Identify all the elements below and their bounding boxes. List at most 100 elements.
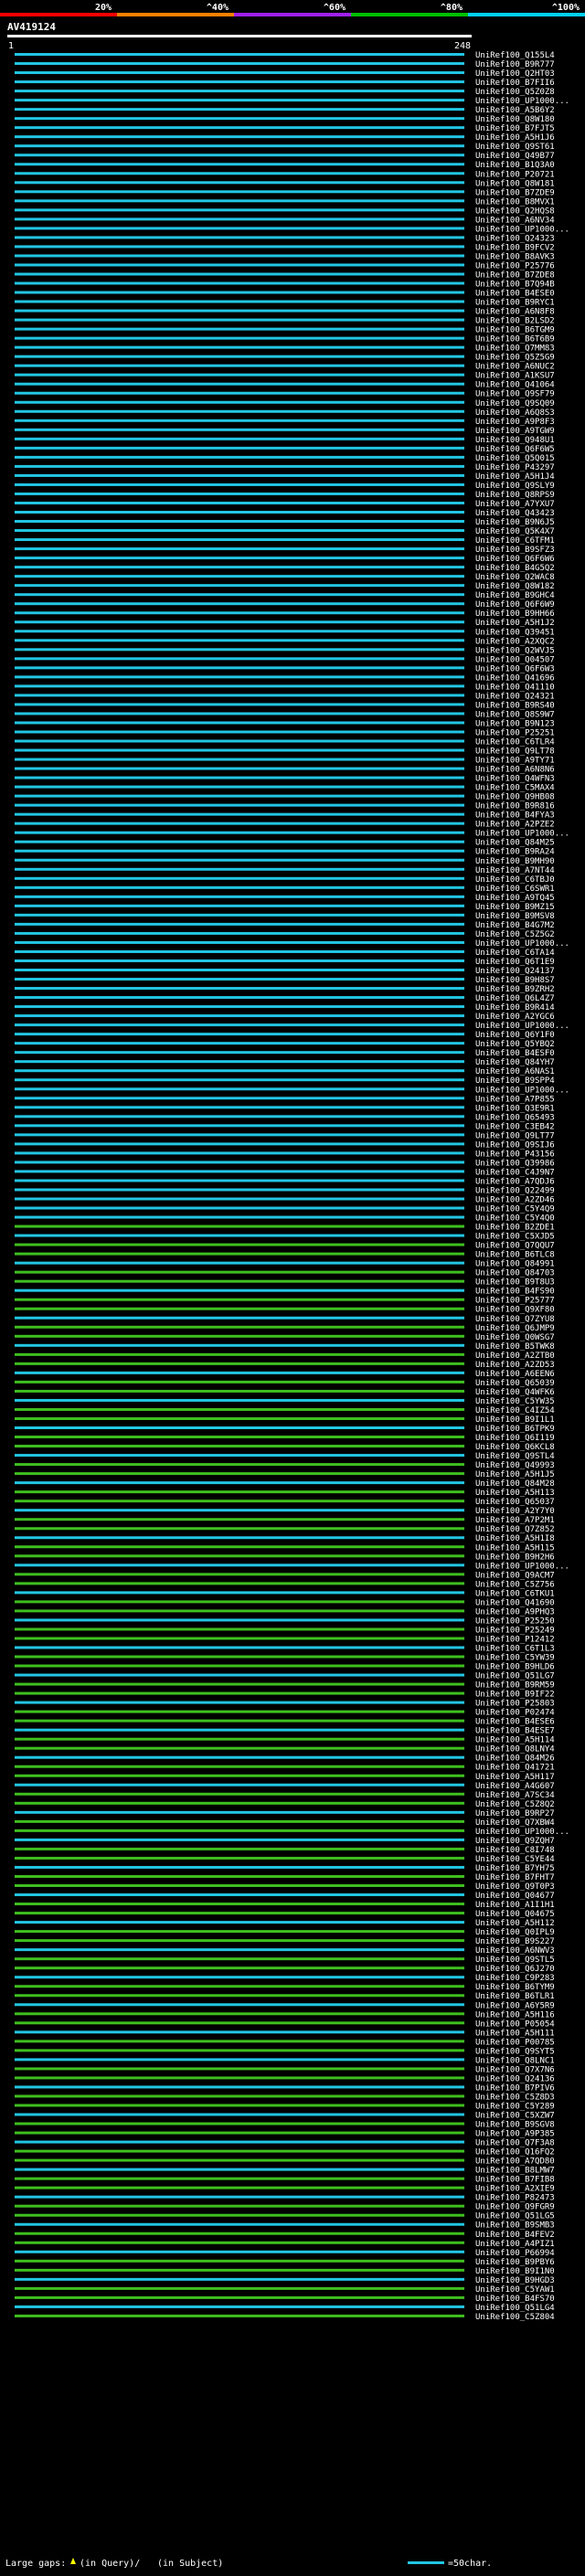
hit-label: UniRef100_Q84M28 <box>475 1479 555 1489</box>
hit-label: UniRef100_C5YAW1 <box>475 2285 555 2295</box>
hit-label: UniRef100_Q7XBW4 <box>475 1818 555 1828</box>
hit-label: UniRef100_Q43423 <box>475 509 555 518</box>
hit-bar <box>15 1124 464 1128</box>
hit-bar <box>15 2177 464 2180</box>
hit-bar <box>15 1270 464 1274</box>
hit-label: UniRef100_A7P2M1 <box>475 1516 555 1525</box>
hit-bar <box>15 904 464 907</box>
hit-bar <box>15 1014 464 1018</box>
hit-label: UniRef100_A5B6Y2 <box>475 106 555 115</box>
hit-bar <box>15 2140 464 2144</box>
hit-bar <box>15 776 464 779</box>
hit-bar <box>15 2067 464 2071</box>
hit-bar <box>15 1554 464 1558</box>
hit-label: UniRef100_Q6J270 <box>475 1965 555 1974</box>
hit-bar <box>15 1536 464 1540</box>
hit-bar <box>15 1234 464 1237</box>
hit-label: UniRef100_Q84M25 <box>475 839 555 848</box>
hit-bar <box>15 135 464 139</box>
hit-bar <box>15 409 464 413</box>
hit-bar <box>15 1261 464 1265</box>
hit-label: UniRef100_B8AVK3 <box>475 252 555 261</box>
hit-label: UniRef100_Q2WAC8 <box>475 573 555 582</box>
hit-bar <box>15 1810 464 1814</box>
hit-bar <box>15 1518 464 1521</box>
hit-label: UniRef100_B7YH75 <box>475 1864 555 1873</box>
hit-label: UniRef100_B9I1L1 <box>475 1415 555 1425</box>
hit-label: UniRef100_Q9SLY9 <box>475 482 555 491</box>
hit-bar <box>15 291 464 294</box>
hit-bar <box>15 108 464 111</box>
hit-bar <box>15 885 464 889</box>
hit-label: UniRef100_A2ZD53 <box>475 1361 555 1370</box>
hit-label: UniRef100_C5Z804 <box>475 2313 555 2322</box>
hit-bar <box>15 318 464 322</box>
hit-bar <box>15 1298 464 1301</box>
hit-label: UniRef100_Q41110 <box>475 683 555 692</box>
hit-bar <box>15 785 464 789</box>
scale-label: ^60% <box>324 3 346 13</box>
hit-label: UniRef100_B7ZDE8 <box>475 270 555 280</box>
hit-label: UniRef100_A2ZD46 <box>475 1196 555 1205</box>
hit-label: UniRef100_A6N8N6 <box>475 766 555 775</box>
hit-bar <box>15 1710 464 1713</box>
hit-label: UniRef100_Q6JMP9 <box>475 1324 555 1333</box>
hit-bar <box>15 1939 464 1943</box>
hit-label: UniRef100_A1KSU7 <box>475 372 555 381</box>
hit-bar <box>15 1051 464 1055</box>
hit-bar <box>15 1609 464 1613</box>
hit-label: UniRef100_B9PBY6 <box>475 2258 555 2267</box>
hit-bar <box>15 812 464 816</box>
hit-bar <box>15 611 464 615</box>
hit-label: UniRef100_B9MH90 <box>475 857 555 866</box>
hit-label: UniRef100_B6TLR1 <box>475 1992 555 2001</box>
hit-bar <box>15 1215 464 1219</box>
hit-bar <box>15 227 464 230</box>
hit-label: UniRef100_P25776 <box>475 261 555 270</box>
hit-label: UniRef100_B7ZDE9 <box>475 188 555 197</box>
hit-bar <box>15 2286 464 2290</box>
hit-bar <box>15 1352 464 1356</box>
hit-bar <box>15 190 464 194</box>
hit-label: UniRef100_A1I1H1 <box>475 1901 555 1910</box>
hit-bar <box>15 657 464 661</box>
hit-label: UniRef100_C4IZ54 <box>475 1406 555 1415</box>
hit-label: UniRef100_B9SGV8 <box>475 2121 555 2130</box>
hit-label: UniRef100_C6T1L3 <box>475 1644 555 1653</box>
hit-label: UniRef100_B9FCV2 <box>475 243 555 252</box>
hit-label: UniRef100_B9SPP4 <box>475 1076 555 1086</box>
hit-label: UniRef100_Q0IPL9 <box>475 1928 555 1937</box>
hit-label: UniRef100_B4FYA3 <box>475 811 555 821</box>
hit-bar <box>15 373 464 376</box>
hit-bar <box>15 62 464 66</box>
hit-label: UniRef100_C3EB42 <box>475 1122 555 1131</box>
hit-bar <box>15 1371 464 1374</box>
hit-label: UniRef100_B9H8S7 <box>475 976 555 985</box>
hit-bar <box>15 1161 464 1164</box>
hit-label: UniRef100_A9P385 <box>475 2130 555 2139</box>
hit-label: UniRef100_B4FS90 <box>475 1288 555 1297</box>
hit-label: UniRef100_A5H1J4 <box>475 472 555 482</box>
hit-label: UniRef100_B4G5Q2 <box>475 564 555 573</box>
hit-bar <box>15 1243 464 1246</box>
hit-bar <box>15 1380 464 1383</box>
hit-label: UniRef100_A7NT44 <box>475 866 555 875</box>
hit-label: UniRef100_P00785 <box>475 2038 555 2047</box>
hit-bar <box>15 1279 464 1283</box>
hit-bar <box>15 538 464 542</box>
hit-label: UniRef100_A2YGC6 <box>475 1012 555 1022</box>
hit-label: UniRef100_Q9STL5 <box>475 1956 555 1965</box>
hit-bar <box>15 419 464 422</box>
hit-label: UniRef100_Q51LG5 <box>475 2212 555 2221</box>
query-end-label: 248 <box>454 41 471 51</box>
hit-label: UniRef100_B7FJT5 <box>475 124 555 133</box>
hit-label: UniRef100_B9MZ15 <box>475 903 555 912</box>
hit-label: UniRef100_C5Z5G2 <box>475 930 555 939</box>
hit-label: UniRef100_A9TY71 <box>475 757 555 766</box>
hit-bar <box>15 446 464 450</box>
hit-bar <box>15 1206 464 1210</box>
hit-bar <box>15 1288 464 1292</box>
hit-label: UniRef100_Q6I119 <box>475 1434 555 1443</box>
hit-label: UniRef100_B1Q3A0 <box>475 161 555 170</box>
hit-bar <box>15 1142 464 1146</box>
